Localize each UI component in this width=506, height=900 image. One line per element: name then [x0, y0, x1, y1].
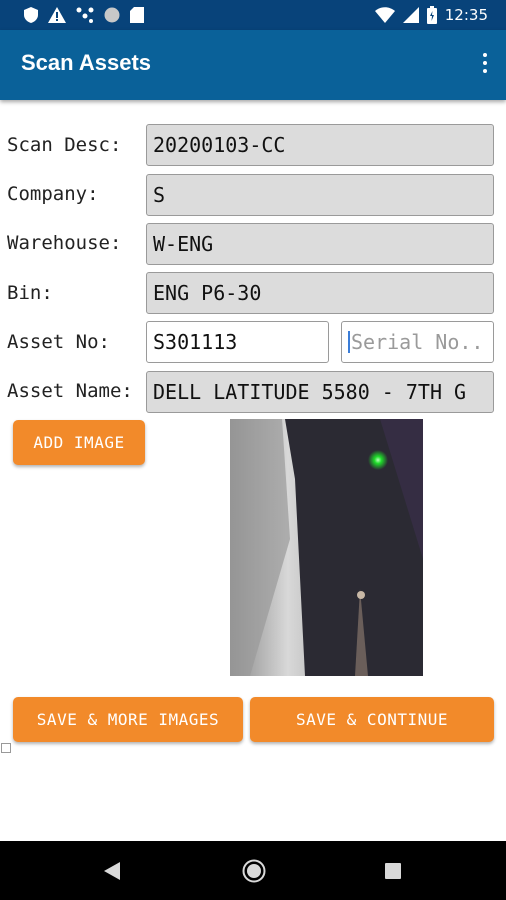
app-bar: Scan Assets: [0, 30, 506, 100]
asset-name-label: Asset Name:: [7, 380, 133, 402]
overflow-menu-icon[interactable]: [480, 50, 490, 78]
asset-photo: [230, 419, 423, 676]
warning-icon: [48, 7, 66, 23]
scan-desc-label: Scan Desc:: [7, 134, 122, 156]
company-label: Company:: [7, 183, 99, 205]
signal-icon: [402, 7, 419, 23]
circle-icon: [104, 7, 120, 23]
wifi-icon: [374, 7, 395, 23]
serial-no-input[interactable]: Serial No..: [341, 321, 494, 363]
home-icon[interactable]: [242, 859, 266, 883]
checkbox[interactable]: [1, 743, 11, 753]
serial-no-placeholder: Serial No..: [351, 330, 484, 354]
back-icon[interactable]: [104, 862, 120, 880]
asset-no-label: Asset No:: [7, 331, 110, 353]
page-title: Scan Assets: [21, 50, 152, 75]
sim-icon: [130, 7, 144, 23]
system-indicators: 12:35: [374, 5, 488, 25]
status-bar: 12:35: [0, 0, 506, 30]
clock: 12:35: [444, 6, 488, 24]
notification-icons: [24, 6, 144, 24]
network-icon: [76, 7, 94, 23]
bin-field[interactable]: ENG P6-30: [146, 272, 494, 314]
asset-name-field[interactable]: DELL LATITUDE 5580 - 7TH G: [146, 371, 494, 413]
warehouse-label: Warehouse:: [7, 232, 122, 254]
navigation-bar: [0, 841, 506, 900]
scan-desc-field[interactable]: 20200103-CC: [146, 124, 494, 166]
bin-label: Bin:: [7, 282, 53, 304]
warehouse-field[interactable]: W-ENG: [146, 223, 494, 265]
add-image-button[interactable]: ADD IMAGE: [13, 420, 145, 465]
text-caret: [348, 331, 350, 353]
company-field[interactable]: S: [146, 174, 494, 216]
asset-no-input[interactable]: S301113: [146, 321, 329, 363]
save-more-images-button[interactable]: SAVE & MORE IMAGES: [13, 697, 243, 742]
save-continue-button[interactable]: SAVE & CONTINUE: [250, 697, 494, 742]
battery-icon: [426, 6, 437, 24]
shield-icon: [24, 7, 38, 23]
recents-icon[interactable]: [385, 863, 401, 879]
